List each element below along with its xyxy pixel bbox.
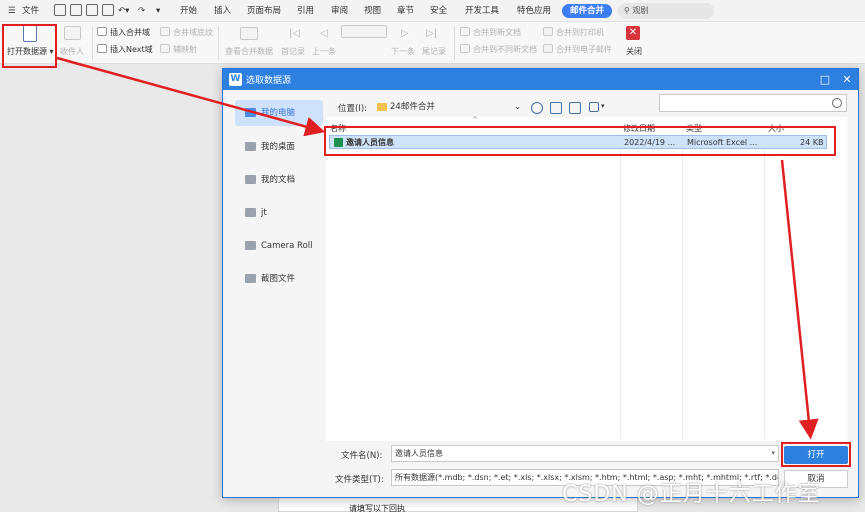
annotation-arrows: [56, 56, 819, 440]
arrow-to-open-button: [780, 159, 819, 440]
watermark: CSDN @正月十六工作室: [562, 482, 821, 507]
arrow-to-file: [56, 56, 326, 137]
